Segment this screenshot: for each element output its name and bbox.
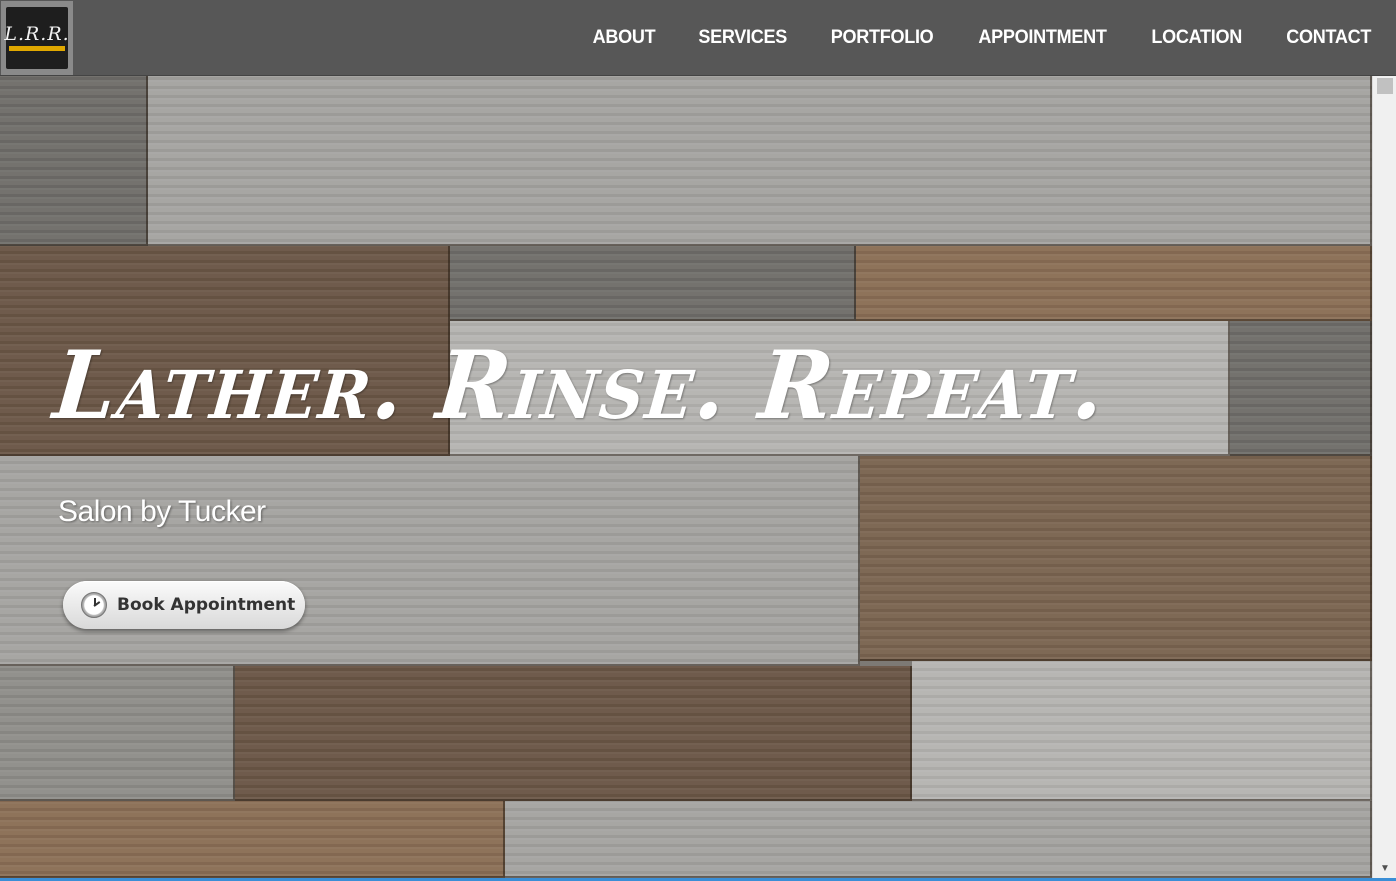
hero-title: Lather. Rinse. Repeat. bbox=[49, 331, 1112, 441]
logo-badge: L.R.R. bbox=[4, 7, 70, 69]
nav-portfolio[interactable]: PORTFOLIO bbox=[831, 27, 934, 49]
logo-accent-strip bbox=[9, 46, 65, 51]
main-nav: ABOUT SERVICES PORTFOLIO APPOINTMENT LOC… bbox=[591, 0, 1373, 76]
chevron-down-icon[interactable]: ▼ bbox=[1380, 864, 1390, 874]
nav-about[interactable]: ABOUT bbox=[592, 27, 655, 49]
hero-section: Lather. Rinse. Repeat. Salon by Tucker B… bbox=[0, 76, 1372, 878]
logo-text: L.R.R. bbox=[4, 23, 70, 45]
nav-contact[interactable]: CONTACT bbox=[1286, 27, 1371, 49]
scrollbar-thumb[interactable] bbox=[1377, 78, 1393, 94]
nav-appointment[interactable]: APPOINTMENT bbox=[979, 27, 1108, 49]
book-appointment-label: Book Appointment bbox=[117, 595, 296, 615]
nav-location[interactable]: LOCATION bbox=[1152, 27, 1243, 49]
nav-services[interactable]: SERVICES bbox=[698, 27, 787, 49]
hero-subtitle: Salon by Tucker bbox=[58, 495, 266, 528]
book-appointment-button[interactable]: Book Appointment bbox=[63, 581, 305, 629]
clock-icon bbox=[81, 592, 107, 618]
top-navbar: L.R.R. ABOUT SERVICES PORTFOLIO APPOINTM… bbox=[0, 0, 1396, 76]
page-scrollbar[interactable]: ▼ bbox=[1372, 76, 1396, 878]
salon-logo[interactable]: L.R.R. bbox=[1, 1, 73, 75]
